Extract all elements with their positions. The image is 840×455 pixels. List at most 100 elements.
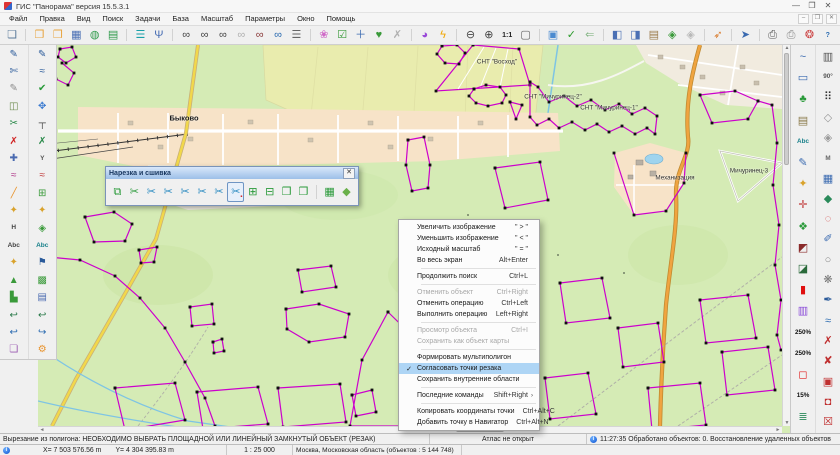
object-card-button[interactable]: ▤ bbox=[791, 111, 815, 132]
cut-toolbar-close-button[interactable]: ✕ bbox=[343, 168, 355, 179]
redo-step-button[interactable]: ↪ bbox=[29, 324, 56, 341]
selection-add-button[interactable]: ＋ bbox=[351, 26, 369, 44]
edit-curve-button[interactable]: ≈ bbox=[0, 168, 27, 185]
t-junction-button[interactable]: ┬ bbox=[29, 116, 56, 133]
merge-blocks-alt-button[interactable]: ⊟ bbox=[261, 182, 278, 202]
torch-search-button[interactable]: ✦ bbox=[791, 174, 815, 195]
vertical-scrollbar[interactable]: ▲ ▼ bbox=[782, 45, 790, 426]
object-attributes-button[interactable]: ▤ bbox=[645, 26, 663, 44]
context-help-button[interactable]: ? bbox=[819, 26, 837, 44]
barcode-hatch-button[interactable]: ▥ bbox=[816, 47, 840, 67]
menu-item[interactable]: Правка bbox=[33, 13, 70, 25]
select-rectangle-button[interactable]: ▭ bbox=[791, 68, 815, 89]
cut-marked-button[interactable]: ✂ bbox=[177, 182, 194, 202]
chart-window-button[interactable]: ▤ bbox=[29, 289, 56, 306]
edit-object-button[interactable]: ✎ bbox=[0, 81, 27, 98]
open-geoportal-button[interactable]: ◍ bbox=[86, 26, 104, 44]
fit-extent-button[interactable]: ▢ bbox=[516, 26, 534, 44]
cut-by-object-button[interactable]: ✗ bbox=[29, 133, 56, 150]
object-list-button[interactable]: ☰ bbox=[287, 26, 305, 44]
delete-image-button[interactable]: ▣ bbox=[816, 372, 840, 392]
pan-screen-button[interactable]: ▣ bbox=[544, 26, 562, 44]
close-button[interactable]: ✕ bbox=[820, 0, 836, 12]
apply-operation-button[interactable]: ✓ bbox=[562, 26, 580, 44]
undo-step-button[interactable]: ↩ bbox=[29, 307, 56, 324]
gradient-bars-button[interactable]: ≣ bbox=[791, 407, 815, 428]
context-menu-item[interactable]: Сохранить как объект карты bbox=[399, 336, 539, 347]
context-menu-item[interactable]: ✓ Согласовать точки резака bbox=[399, 363, 539, 374]
highlight-object-button[interactable]: ✦ bbox=[0, 255, 27, 272]
mdi-minimize-button[interactable]: – bbox=[798, 14, 809, 24]
move-object-button[interactable]: ✥ bbox=[29, 98, 56, 115]
open-database-button[interactable]: ❒ bbox=[49, 26, 67, 44]
diamond-outline-button[interactable]: ◇ bbox=[816, 108, 840, 128]
mdi-restore-button[interactable]: ❐ bbox=[812, 14, 823, 24]
scroll-right-arrow[interactable]: ► bbox=[774, 427, 782, 433]
find-advanced-off-button[interactable]: ∞ bbox=[232, 26, 250, 44]
zoom-250-apply-button[interactable]: 250% bbox=[791, 322, 815, 343]
net-grid-button[interactable]: ▦ bbox=[321, 182, 338, 202]
check-frame-button[interactable]: ◈ bbox=[29, 220, 56, 237]
anchor-cross-button[interactable]: ✛ bbox=[791, 195, 815, 216]
cut-toolbar-titlebar[interactable]: Нарезка и сшивка ✕ bbox=[106, 167, 358, 179]
context-menu-item[interactable] bbox=[421, 322, 536, 323]
wheel-spokes-button[interactable]: ❋ bbox=[816, 270, 840, 290]
menu-item[interactable]: Файл bbox=[3, 13, 33, 25]
context-menu-item[interactable]: Продолжить поиск Ctrl+L bbox=[399, 271, 539, 282]
cut-strip-button[interactable]: ✂ bbox=[194, 182, 211, 202]
new-map-button[interactable]: ❏ bbox=[3, 26, 21, 44]
context-menu-item[interactable]: Копировать координаты точки Ctrl+Alt+C bbox=[399, 406, 539, 417]
cut-crosswise-button[interactable]: ✂ bbox=[160, 182, 177, 202]
delete-cross-1-button[interactable]: ✗ bbox=[816, 331, 840, 351]
edit-arc-button[interactable]: ≈ bbox=[29, 168, 56, 185]
letter-h-tool-button[interactable]: Н bbox=[0, 220, 27, 237]
text-abc-button[interactable]: Abc bbox=[0, 237, 27, 254]
menu-item[interactable]: Помощь bbox=[321, 13, 362, 25]
context-menu-item[interactable]: Отменить объект Ctrl+Right bbox=[399, 287, 539, 298]
stitch-blocks-button[interactable]: ⧉ bbox=[109, 182, 126, 202]
delete-object-button[interactable]: ✗ bbox=[0, 133, 27, 150]
menu-item[interactable]: База bbox=[166, 13, 195, 25]
select-table-button[interactable]: ◧ bbox=[608, 26, 626, 44]
menu-item[interactable]: Окно bbox=[291, 13, 320, 25]
green-frames-button[interactable]: ⊞ bbox=[29, 185, 56, 202]
angle-90-button[interactable]: 90° bbox=[816, 67, 840, 87]
context-menu-item[interactable] bbox=[421, 387, 536, 388]
stairs-chart-button[interactable]: ▙ bbox=[0, 289, 27, 306]
minimize-button[interactable]: — bbox=[788, 0, 804, 12]
find-by-name-button[interactable]: ∞ bbox=[195, 26, 213, 44]
ring-outline-button[interactable]: ○ bbox=[816, 250, 840, 270]
pointer-button[interactable]: ➤ bbox=[736, 26, 754, 44]
zoom-250-button[interactable]: 250% bbox=[791, 344, 815, 365]
selection-save-button[interactable]: ♥ bbox=[370, 26, 388, 44]
context-menu-item[interactable]: Последние команды Shift+Right › bbox=[399, 390, 539, 401]
add-node-button[interactable]: ✚ bbox=[0, 150, 27, 167]
print-report-button[interactable]: ⎙ bbox=[782, 26, 800, 44]
undo-edit-button[interactable]: ↩ bbox=[0, 307, 27, 324]
cut-tool-button[interactable]: ✂ bbox=[0, 116, 27, 133]
pencil-sketch-button[interactable]: ✐ bbox=[816, 230, 840, 250]
context-menu-item[interactable] bbox=[421, 268, 536, 269]
text-label-button[interactable]: Abc bbox=[791, 132, 815, 153]
context-menu-item[interactable]: Добавить точку в Навигатор Ctrl+Alt+N bbox=[399, 417, 539, 428]
value-cards-button[interactable]: ▩ bbox=[29, 272, 56, 289]
scale-1-1-button[interactable]: 1:1 bbox=[498, 26, 516, 44]
cut-large-button[interactable]: ✂ bbox=[211, 182, 228, 202]
select-table-point-button[interactable]: ◨ bbox=[626, 26, 644, 44]
save-map-button[interactable]: ▦ bbox=[67, 26, 85, 44]
print-map-button[interactable]: ⎙ bbox=[764, 26, 782, 44]
context-menu-item[interactable] bbox=[421, 284, 536, 285]
delete-highlight-button[interactable]: ☒ bbox=[816, 413, 840, 433]
diamond-filled-button[interactable]: ◈ bbox=[816, 128, 840, 148]
open-map-button[interactable]: ❐ bbox=[30, 26, 48, 44]
map-passport-button[interactable]: ▤ bbox=[104, 26, 122, 44]
delete-cross-2-button[interactable]: ✘ bbox=[816, 352, 840, 372]
layer-list-button[interactable]: ☰ bbox=[131, 26, 149, 44]
carpet-red-button[interactable]: ◩ bbox=[791, 238, 815, 259]
sheet-windows-button[interactable]: ❒ bbox=[278, 182, 295, 202]
context-menu-item[interactable]: Уменьшить изображение " < " bbox=[399, 233, 539, 244]
delete-image-2-button[interactable]: ◘ bbox=[816, 392, 840, 412]
select-object-button[interactable]: ❀ bbox=[315, 26, 333, 44]
context-menu-item[interactable]: Выполнить операцию Left+Right bbox=[399, 309, 539, 320]
ink-waves-button[interactable]: ≈ bbox=[816, 311, 840, 331]
